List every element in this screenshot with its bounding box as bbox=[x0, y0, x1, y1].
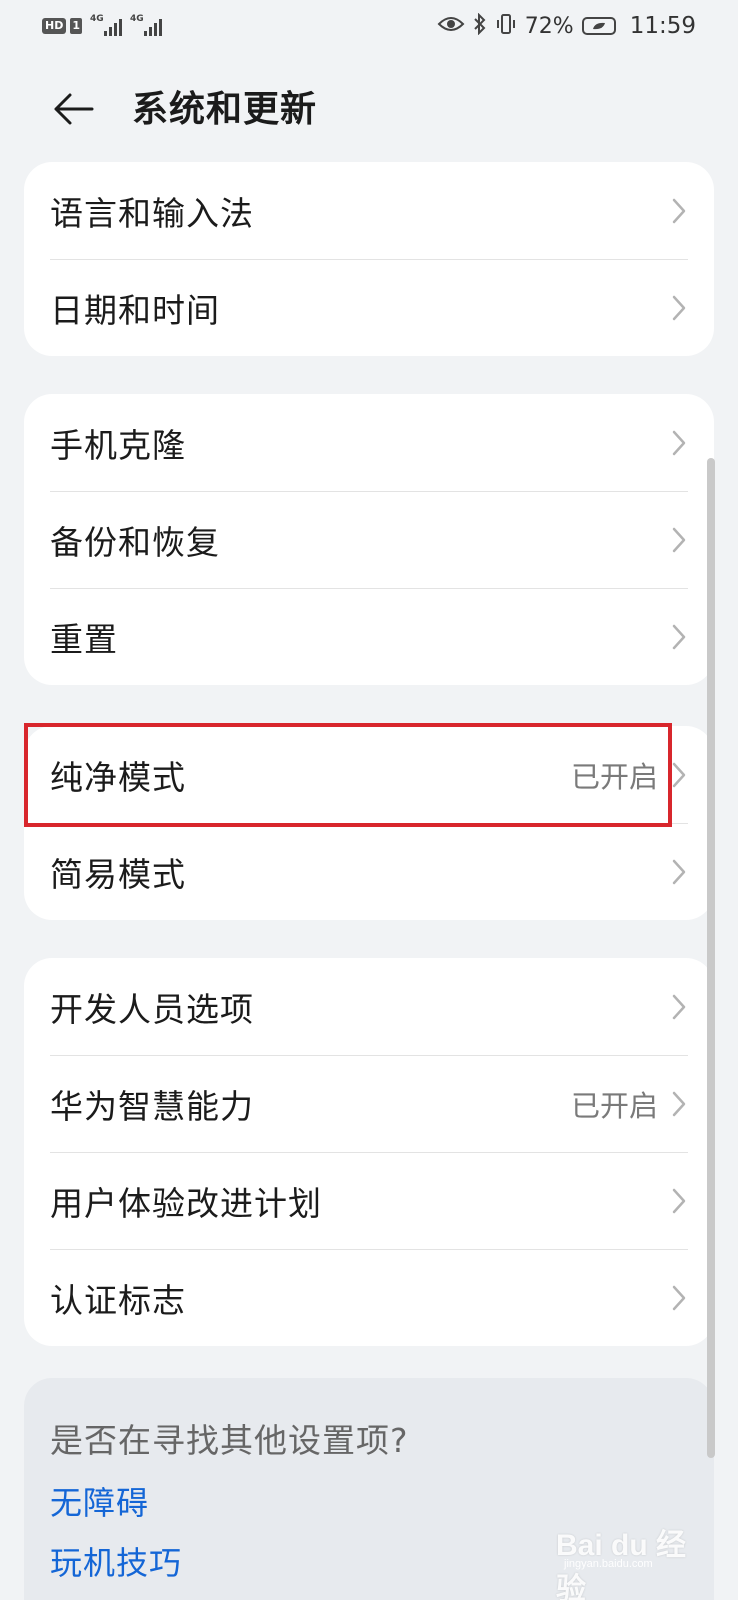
battery-percent: 72% bbox=[524, 13, 574, 39]
chevron-right-icon bbox=[670, 992, 688, 1022]
settings-item-huawei-ai[interactable]: 华为智慧能力 已开启 bbox=[24, 1055, 714, 1152]
settings-item-label: 华为智慧能力 bbox=[50, 1086, 254, 1126]
suggestions-title: 是否在寻找其他设置项? bbox=[50, 1421, 409, 1460]
page-title: 系统和更新 bbox=[132, 89, 318, 130]
settings-item-backup-restore[interactable]: 备份和恢复 bbox=[24, 491, 714, 588]
chevron-right-icon bbox=[670, 525, 688, 555]
eye-icon bbox=[437, 14, 465, 39]
back-button[interactable] bbox=[48, 84, 98, 134]
settings-item-label: 纯净模式 bbox=[50, 757, 186, 797]
settings-item-status: 已开启 bbox=[570, 1088, 658, 1123]
settings-item-label: 重置 bbox=[50, 619, 118, 659]
status-right: 72% 11:59 bbox=[437, 12, 696, 40]
settings-item-language-input[interactable]: 语言和输入法 bbox=[24, 162, 714, 259]
settings-item-phone-clone[interactable]: 手机克隆 bbox=[24, 394, 714, 491]
hd-badge: HD bbox=[42, 18, 67, 34]
scrollbar[interactable] bbox=[707, 458, 715, 1458]
watermark-logo: Bai du 经验 jingyan.baidu.com bbox=[556, 1518, 696, 1600]
settings-item-certification[interactable]: 认证标志 bbox=[24, 1249, 714, 1346]
settings-item-label: 认证标志 bbox=[50, 1280, 186, 1320]
settings-item-label: 语言和输入法 bbox=[50, 193, 254, 233]
settings-item-label: 日期和时间 bbox=[50, 290, 220, 330]
sim-badge: 1 bbox=[70, 18, 82, 34]
settings-group-1: 语言和输入法 日期和时间 bbox=[24, 162, 714, 356]
settings-item-developer-options[interactable]: 开发人员选项 bbox=[24, 958, 714, 1055]
network-type-label-2: 4G bbox=[130, 14, 144, 24]
signal-icon: 4G bbox=[90, 14, 122, 36]
chevron-right-icon bbox=[670, 1186, 688, 1216]
chevron-right-icon bbox=[670, 1089, 688, 1119]
settings-item-date-time[interactable]: 日期和时间 bbox=[24, 259, 714, 356]
chevron-right-icon bbox=[670, 1283, 688, 1313]
link-tips[interactable]: 玩机技巧 bbox=[50, 1538, 182, 1584]
settings-item-pure-mode[interactable]: 纯净模式 已开启 bbox=[24, 726, 714, 823]
battery-icon bbox=[581, 17, 616, 35]
status-left: HD 1 4G 4G bbox=[42, 14, 162, 36]
chevron-right-icon bbox=[670, 857, 688, 887]
chevron-right-icon bbox=[670, 428, 688, 458]
status-bar: HD 1 4G 4G 72% 11:59 bbox=[0, 0, 738, 52]
chevron-right-icon bbox=[670, 622, 688, 652]
settings-item-label: 简易模式 bbox=[50, 854, 186, 894]
chevron-right-icon bbox=[670, 293, 688, 323]
settings-item-user-experience[interactable]: 用户体验改进计划 bbox=[24, 1152, 714, 1249]
settings-item-simple-mode[interactable]: 简易模式 bbox=[24, 823, 714, 920]
settings-item-label: 用户体验改进计划 bbox=[50, 1183, 322, 1223]
settings-item-status: 已开启 bbox=[570, 759, 658, 794]
chevron-right-icon bbox=[670, 760, 688, 790]
arrow-left-icon bbox=[54, 93, 94, 125]
network-type-label: 4G bbox=[90, 14, 104, 24]
settings-item-label: 备份和恢复 bbox=[50, 522, 220, 562]
chevron-right-icon bbox=[670, 196, 688, 226]
settings-group-2: 手机克隆 备份和恢复 重置 bbox=[24, 394, 714, 685]
settings-item-label: 开发人员选项 bbox=[50, 989, 254, 1029]
watermark-subtext: jingyan.baidu.com bbox=[564, 1558, 653, 1570]
status-time: 11:59 bbox=[629, 13, 696, 39]
settings-page: HD 1 4G 4G 72% 11:59 系统和更新 语言和输入法 日期和时间 … bbox=[0, 0, 738, 1600]
bluetooth-icon bbox=[473, 12, 487, 40]
signal-icon-2: 4G bbox=[130, 14, 162, 36]
settings-group-3: 纯净模式 已开启 简易模式 bbox=[24, 726, 714, 920]
app-header: 系统和更新 bbox=[0, 72, 738, 148]
settings-group-4: 开发人员选项 华为智慧能力 已开启 用户体验改进计划 认证标志 bbox=[24, 958, 714, 1346]
settings-item-reset[interactable]: 重置 bbox=[24, 588, 714, 685]
link-accessibility[interactable]: 无障碍 bbox=[50, 1478, 149, 1524]
vibrate-icon bbox=[495, 13, 517, 40]
settings-item-label: 手机克隆 bbox=[50, 425, 186, 465]
